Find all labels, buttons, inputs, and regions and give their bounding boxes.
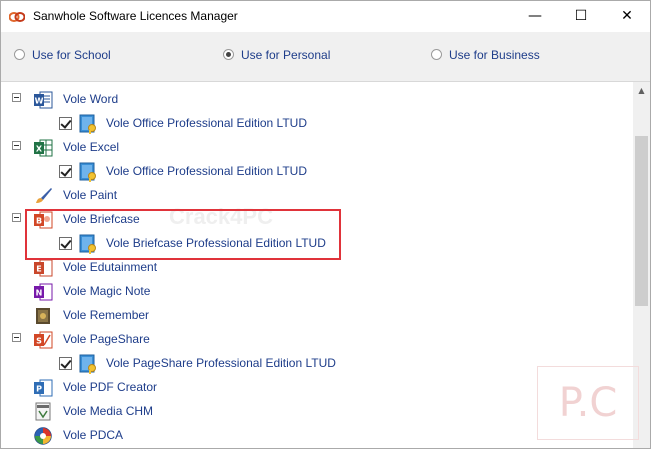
tree-node-vole-paint[interactable]: Vole Paint <box>1 183 633 207</box>
tree-node-label[interactable]: Vole PageShare <box>63 332 150 346</box>
license-icon <box>79 162 96 182</box>
tree-node-label[interactable]: Vole PageShare Professional Edition LTUD <box>106 356 336 370</box>
tree-node-vole-magic-note[interactable]: N Vole Magic Note <box>1 279 633 303</box>
scroll-up-arrow-icon[interactable]: ▲ <box>633 82 650 99</box>
tree-node-label[interactable]: Vole Office Professional Edition LTUD <box>106 116 307 130</box>
license-checkbox[interactable] <box>59 357 72 370</box>
media-chm-icon <box>35 402 51 421</box>
svg-text:N: N <box>36 289 43 298</box>
svg-text:W: W <box>35 97 44 106</box>
tree-node-label[interactable]: Vole PDCA <box>63 428 123 442</box>
tree-node-label[interactable]: Vole Edutainment <box>63 260 157 274</box>
close-button[interactable]: ✕ <box>604 1 650 32</box>
word-icon: W <box>34 91 53 109</box>
license-checkbox[interactable] <box>59 165 72 178</box>
tree-node-vole-excel[interactable]: X Vole Excel <box>1 135 633 159</box>
tree-node-vole-remember[interactable]: Vole Remember <box>1 303 633 327</box>
tree-node-label[interactable]: Vole Office Professional Edition LTUD <box>106 164 307 178</box>
pdca-icon <box>34 427 52 445</box>
collapse-toggle[interactable] <box>12 93 21 102</box>
tree-node-vole-word[interactable]: W Vole Word <box>1 87 633 111</box>
highlight-annotation <box>25 209 341 260</box>
tree-node-license[interactable]: Vole Office Professional Edition LTUD <box>1 111 633 135</box>
svg-text:X: X <box>36 145 43 154</box>
app-logo-icon <box>9 12 25 22</box>
tree-node-vole-pageshare[interactable]: S Vole PageShare <box>1 327 633 351</box>
svg-text:E: E <box>36 265 41 274</box>
minimize-button[interactable]: — <box>512 1 558 32</box>
svg-text:P: P <box>36 385 42 394</box>
window-title: Sanwhole Software Licences Manager <box>33 9 238 23</box>
tree-node-label[interactable]: Vole Remember <box>63 308 149 322</box>
radio-label[interactable]: Use for School <box>32 48 111 62</box>
pdf-creator-icon: P <box>34 379 53 397</box>
edutainment-icon: E <box>34 259 53 277</box>
radio-label[interactable]: Use for Personal <box>241 48 330 62</box>
tree-node-label[interactable]: Vole Excel <box>63 140 119 154</box>
tree-node-label[interactable]: Vole Media CHM <box>63 404 153 418</box>
tree-node-label[interactable]: Vole Paint <box>63 188 117 202</box>
magic-note-icon: N <box>34 283 53 301</box>
paint-brush-icon <box>36 188 52 203</box>
licence-manager-window: Sanwhole Software Licences Manager — ☐ ✕… <box>0 0 651 449</box>
collapse-toggle[interactable] <box>12 213 21 222</box>
license-icon <box>79 114 96 134</box>
pageshare-icon: S <box>34 331 53 349</box>
remember-icon <box>36 308 50 324</box>
collapse-toggle[interactable] <box>12 333 21 342</box>
excel-icon: X <box>34 139 53 157</box>
tree-node-label[interactable]: Vole Word <box>63 92 118 106</box>
collapse-toggle[interactable] <box>12 141 21 150</box>
radio-indicator[interactable] <box>223 49 234 60</box>
scroll-thumb[interactable] <box>635 136 648 306</box>
title-bar[interactable]: Sanwhole Software Licences Manager — ☐ ✕ <box>1 1 650 32</box>
tree-node-label[interactable]: Vole Magic Note <box>63 284 150 298</box>
license-checkbox[interactable] <box>59 117 72 130</box>
maximize-button[interactable]: ☐ <box>558 1 604 32</box>
svg-text:S: S <box>36 337 42 346</box>
usage-mode-bar: Use for School Use for Personal Use for … <box>1 32 650 82</box>
radio-indicator[interactable] <box>431 49 442 60</box>
tree-node-label[interactable]: Vole PDF Creator <box>63 380 157 394</box>
watermark-logo: P.C <box>537 366 639 440</box>
tree-node-license[interactable]: Vole Office Professional Edition LTUD <box>1 159 633 183</box>
license-icon <box>79 354 96 374</box>
radio-label[interactable]: Use for Business <box>449 48 540 62</box>
radio-indicator[interactable] <box>14 49 25 60</box>
